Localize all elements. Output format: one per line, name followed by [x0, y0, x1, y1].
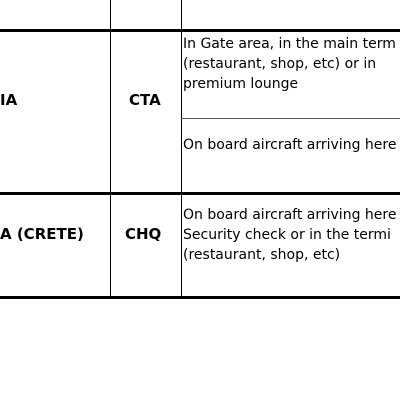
column-divider — [110, 0, 111, 297]
location-line: On board aircraft arriving here — [183, 137, 397, 153]
location-line: (restaurant, shop, etc) — [183, 247, 341, 263]
location-line: In Gate area, in the main term — [183, 36, 396, 52]
airport-code-cell: CTA — [129, 91, 161, 109]
location-line: premium lounge — [183, 76, 299, 92]
row-divider — [0, 192, 400, 195]
row-divider — [0, 29, 400, 32]
column-divider — [181, 0, 182, 297]
airport-name-cell: IA — [0, 91, 18, 109]
airport-name-cell: A (CRETE) — [0, 225, 84, 243]
row-divider — [0, 296, 400, 299]
location-line: Security check or in the termi — [183, 227, 391, 243]
location-line: On board aircraft arriving here — [183, 207, 397, 223]
location-line: (restaurant, shop, etc) or in — [183, 56, 377, 72]
row-divider — [181, 118, 400, 119]
airport-code-cell: CHQ — [125, 225, 162, 243]
